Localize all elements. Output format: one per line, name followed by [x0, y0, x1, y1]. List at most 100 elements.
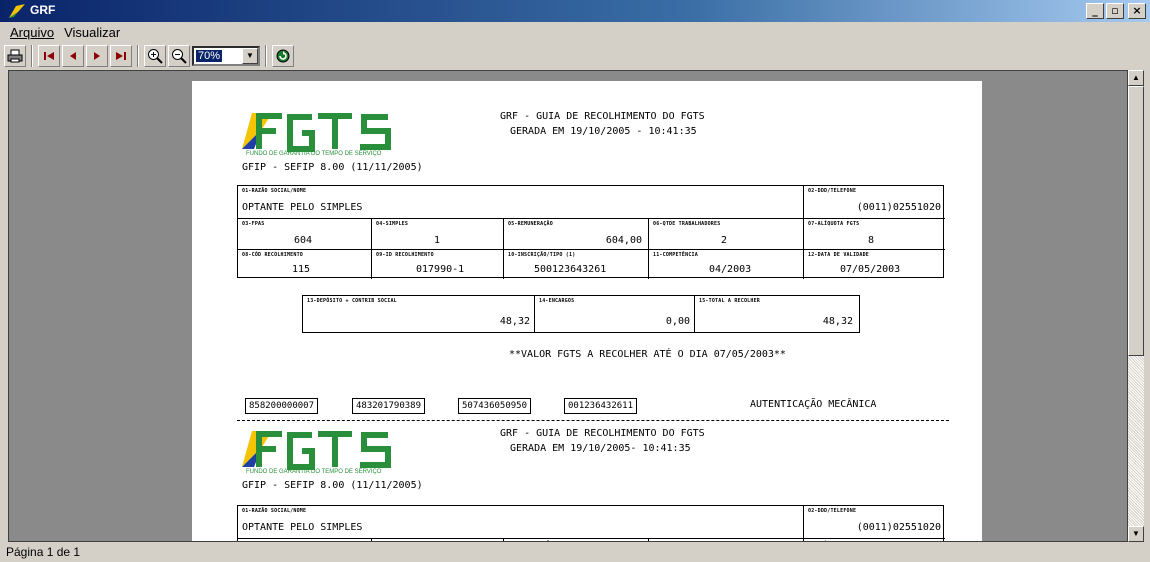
field-inscricao: 10-INSCRIÇÃO/TIPO (1) 500123643261	[504, 250, 649, 279]
zoom-in-button[interactable]	[144, 45, 166, 67]
value-aliquota: 8	[868, 235, 875, 246]
window-title: GRF	[30, 3, 56, 17]
header-title: GRF - GUIA DE RECOLHIMENTO DO FGTS	[500, 428, 705, 439]
chevron-down-icon[interactable]: ▼	[242, 48, 258, 64]
field-encargos: 14-ENCARGOS 0,00	[535, 296, 695, 333]
field-remuneracao: 05-REMUNERAÇÃO 604,00	[504, 219, 649, 250]
data-grid: 01-RAZÃO SOCIAL/NOME OPTANTE PELO SIMPLE…	[237, 505, 945, 542]
field-razao: 01-RAZÃO SOCIAL/NOME OPTANTE PELO SIMPLE…	[238, 186, 804, 219]
label-qtde: 06-QTDE TRABALHADORES	[653, 541, 720, 542]
print-icon	[7, 49, 23, 63]
value-qtde: 2	[721, 235, 728, 246]
value-fpas: 604	[294, 235, 313, 246]
header-generated: GERADA EM 19/10/2005- 10:41:35	[510, 443, 691, 454]
prev-page-icon	[70, 52, 76, 60]
value-competencia: 04/2003	[709, 264, 752, 275]
last-page-icon	[116, 52, 126, 60]
header-title: GRF - GUIA DE RECOLHIMENTO DO FGTS	[500, 111, 705, 122]
label-razao: 01-RAZÃO SOCIAL/NOME	[242, 188, 307, 194]
document-viewer[interactable]: FUNDO DE GARANTIA DO TEMPO DE SERVIÇO GF…	[8, 70, 1128, 542]
label-encargos: 14-ENCARGOS	[539, 298, 575, 304]
print-button[interactable]	[4, 45, 26, 67]
field-id-recolhimento: 09-ID RECOLHIMENTO 017990-1	[372, 250, 504, 279]
label-cod-recolhimento: 08-CÓD RECOLHIMENTO	[242, 252, 303, 258]
maximize-button[interactable]: ▫	[1106, 3, 1124, 19]
label-remuneracao: 05-REMUNERAÇÃO	[508, 221, 553, 227]
label-razao: 01-RAZÃO SOCIAL/NOME	[242, 508, 307, 514]
label-fpas: 03-FPAS	[242, 541, 264, 542]
valor-note: **VALOR FGTS A RECOLHER ATÉ O DIA 07/05/…	[509, 349, 786, 360]
label-remuneracao: 05-REMUNERAÇÃO	[508, 541, 553, 542]
label-competencia: 11-COMPETÊNCIA	[653, 252, 698, 258]
field-fpas: 03-FPAS 604	[238, 219, 372, 250]
label-aliquota: 07-ALÍQUOTA FGTS	[808, 541, 859, 542]
scroll-up-icon[interactable]: ▲	[1128, 70, 1144, 86]
logo-subtext: FUNDO DE GARANTIA DO TEMPO DE SERVIÇO	[246, 151, 382, 157]
label-id-recolhimento: 09-ID RECOLHIMENTO	[376, 252, 434, 258]
gfip-line: GFIP - SEFIP 8.00 (11/11/2005)	[242, 480, 423, 491]
next-page-button[interactable]	[86, 45, 108, 67]
cut-line	[237, 420, 949, 421]
data-grid: 01-RAZÃO SOCIAL/NOME OPTANTE PELO SIMPLE…	[237, 185, 945, 279]
label-qtde: 06-QTDE TRABALHADORES	[653, 221, 721, 227]
zoom-select[interactable]: 70% ▼	[192, 46, 260, 66]
zoom-value: 70%	[196, 50, 223, 62]
status-bar: Página 1 de 1	[6, 545, 81, 559]
menu-bar: Arquivo Visualizar	[0, 22, 1150, 42]
value-razao: OPTANTE PELO SIMPLES	[242, 522, 363, 533]
vertical-scrollbar[interactable]: ▲ ▼	[1128, 70, 1144, 542]
last-page-button[interactable]	[110, 45, 132, 67]
barcode-segment-4: 001236432611	[564, 398, 638, 414]
scroll-down-icon[interactable]: ▼	[1128, 526, 1144, 542]
menu-arquivo[interactable]: Arquivo	[10, 25, 54, 40]
label-validade: 12-DATA DE VALIDADE	[808, 252, 869, 258]
totals-grid: 13-DEPÓSITO + CONTRIB SOCIAL 48,32 14-EN…	[302, 295, 860, 333]
value-razao: OPTANTE PELO SIMPLES	[242, 202, 363, 213]
zoom-out-icon	[172, 49, 187, 64]
field-qtde: 06-QTDE TRABALHADORES 2	[649, 219, 804, 250]
document-page: FUNDO DE GARANTIA DO TEMPO DE SERVIÇO GF…	[192, 81, 982, 542]
minimize-button[interactable]: _	[1086, 3, 1104, 19]
label-aliquota: 07-ALÍQUOTA FGTS	[808, 221, 860, 227]
field-ddd: 02-DDD/TELEFONE (0011)02551020	[804, 186, 945, 219]
close-button[interactable]: ×	[1128, 3, 1146, 19]
barcode-segment-2: 483201790389	[352, 398, 426, 414]
field-aliquota: 07-ALÍQUOTA FGTS 8	[804, 219, 945, 250]
exit-button[interactable]	[272, 45, 294, 67]
field-fpas: 03-FPAS	[238, 539, 372, 542]
zoom-in-icon	[148, 49, 163, 64]
label-total: 15-TOTAL A RECOLHER	[699, 298, 760, 304]
label-simples: 04-SIMPLES	[376, 541, 408, 542]
field-competencia: 11-COMPETÊNCIA 04/2003	[649, 250, 804, 279]
barcode-segment-1: 858200000007	[245, 398, 319, 414]
label-fpas: 03-FPAS	[242, 221, 265, 227]
menu-visualizar[interactable]: Visualizar	[64, 25, 120, 40]
title-bar[interactable]: GRF _ ▫ ×	[0, 0, 1150, 22]
value-remuneracao: 604,00	[605, 235, 642, 246]
value-encargos: 0,00	[665, 316, 690, 327]
field-remuneracao: 05-REMUNERAÇÃO	[504, 539, 649, 542]
autenticacao-label: AUTENTICAÇÃO MECÂNICA	[750, 399, 877, 410]
prev-page-button[interactable]	[62, 45, 84, 67]
value-id-recolhimento: 017990-1	[416, 264, 465, 275]
field-simples: 04-SIMPLES 1	[372, 219, 504, 250]
gfip-line: GFIP - SEFIP 8.00 (11/11/2005)	[242, 162, 423, 173]
field-deposito: 13-DEPÓSITO + CONTRIB SOCIAL 48,32	[303, 296, 535, 333]
exit-icon	[276, 49, 290, 63]
toolbar: 70% ▼	[4, 42, 294, 70]
header-generated: GERADA EM 19/10/2005 - 10:41:35	[510, 126, 697, 137]
toolbar-separator	[265, 45, 267, 67]
zoom-out-button[interactable]	[168, 45, 190, 67]
scroll-thumb[interactable]	[1128, 86, 1144, 356]
next-page-icon	[94, 52, 100, 60]
field-cod-recolhimento: 08-CÓD RECOLHIMENTO 115	[238, 250, 372, 279]
toolbar-separator	[137, 45, 139, 67]
value-ddd: (0011)02551020	[856, 202, 941, 213]
label-ddd: 02-DDD/TELEFONE	[808, 188, 857, 194]
value-inscricao: 500123643261	[534, 264, 607, 275]
field-qtde: 06-QTDE TRABALHADORES	[649, 539, 804, 542]
first-page-button[interactable]	[38, 45, 60, 67]
field-aliquota: 07-ALÍQUOTA FGTS	[804, 539, 945, 542]
label-simples: 04-SIMPLES	[376, 221, 409, 227]
value-cod-recolhimento: 115	[292, 264, 311, 275]
